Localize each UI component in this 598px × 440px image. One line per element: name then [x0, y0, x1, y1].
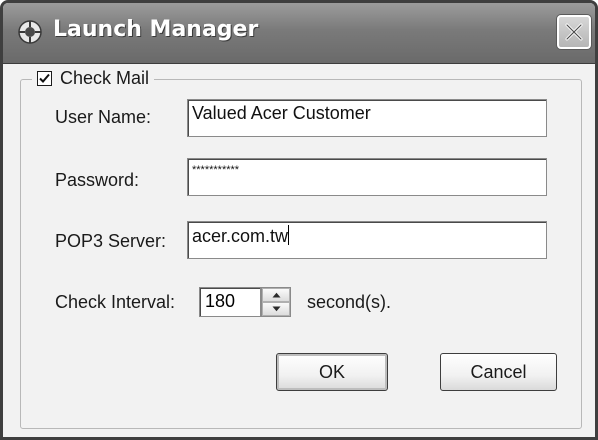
- spin-up-button[interactable]: [262, 288, 290, 302]
- pop3-server-value: acer.com.tw: [192, 226, 289, 246]
- cancel-button[interactable]: Cancel: [440, 353, 557, 391]
- pop3-server-label: POP3 Server:: [55, 231, 167, 251]
- user-name-label: User Name:: [55, 107, 152, 127]
- launch-manager-dialog: Launch Manager Check Mail User Name: Val…: [0, 0, 598, 440]
- text-caret: [288, 225, 290, 245]
- window-title: Launch Manager: [53, 17, 259, 42]
- check-mail-label: Check Mail: [60, 67, 150, 88]
- check-mail-checkbox[interactable]: [37, 70, 52, 86]
- user-name-field[interactable]: Valued Acer Customer: [187, 99, 547, 137]
- close-icon: [565, 23, 583, 41]
- arrow-up-icon: [272, 292, 281, 298]
- launch-manager-app-icon: [17, 19, 43, 45]
- arrow-down-icon: [272, 306, 281, 312]
- ok-button[interactable]: OK: [276, 353, 388, 391]
- spin-down-button[interactable]: [262, 302, 290, 316]
- check-interval-spinner: [261, 287, 291, 317]
- password-label: Password:: [55, 170, 140, 190]
- checkmark-icon: [39, 73, 50, 83]
- pop3-server-field[interactable]: acer.com.tw: [187, 221, 547, 259]
- check-interval-label: Check Interval:: [55, 292, 176, 312]
- close-button[interactable]: [557, 15, 591, 49]
- password-field[interactable]: ***********: [187, 158, 547, 196]
- interval-unit-label: second(s).: [307, 292, 392, 312]
- title-bar[interactable]: Launch Manager: [3, 3, 595, 64]
- check-interval-input[interactable]: 180: [199, 287, 261, 317]
- check-mail-legend: Check Mail: [32, 67, 155, 89]
